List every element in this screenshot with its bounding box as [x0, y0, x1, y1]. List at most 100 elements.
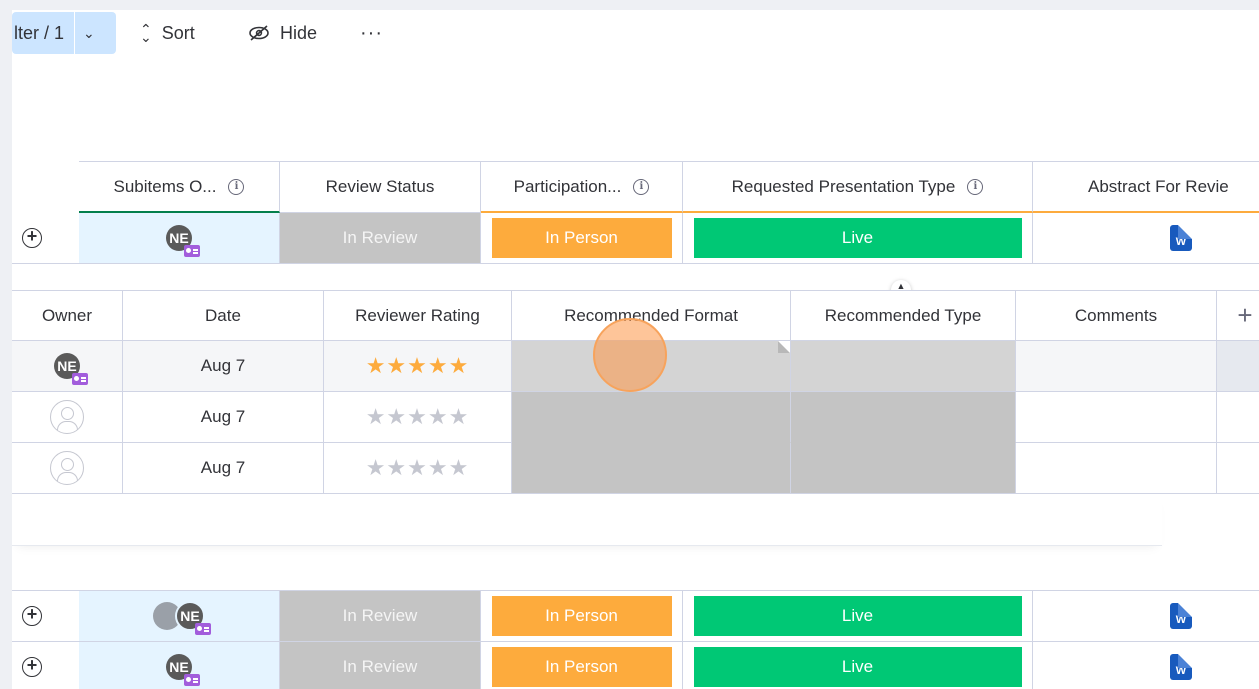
- hide-button[interactable]: Hide: [248, 20, 317, 46]
- subitem-recommended-type-cell[interactable]: [791, 341, 1016, 392]
- add-subitem-icon[interactable]: [22, 226, 42, 248]
- column-header-label: Subitems O...: [113, 176, 217, 196]
- avatar[interactable]: NE: [166, 654, 200, 686]
- status-badge[interactable]: In Person: [491, 596, 672, 636]
- status-badge[interactable]: In Person: [491, 218, 672, 258]
- subitem-rating-cell[interactable]: ★★★★★: [324, 392, 512, 443]
- click-indicator: [593, 318, 667, 392]
- subitem-add-cell: [1217, 392, 1259, 443]
- plus-icon: +: [1237, 300, 1253, 330]
- avatar-group[interactable]: NE: [153, 601, 211, 635]
- subitem-owner-cell[interactable]: [12, 443, 123, 494]
- info-icon[interactable]: i: [967, 178, 984, 195]
- participation-cell[interactable]: In Person: [481, 591, 683, 642]
- status-badge[interactable]: In Person: [491, 647, 672, 687]
- guest-badge-icon: [195, 623, 211, 635]
- subitem-header-reviewer-rating[interactable]: Reviewer Rating: [324, 290, 512, 341]
- column-header-subitems-owner[interactable]: Subitems O... i: [79, 161, 280, 213]
- subitem-rating-cell[interactable]: ★★★★★: [324, 443, 512, 494]
- subitem-date-cell[interactable]: Aug 7: [123, 341, 324, 392]
- presentation-type-cell[interactable]: Live: [683, 642, 1033, 689]
- subitem-date-cell[interactable]: Aug 7: [123, 392, 324, 443]
- column-header-participation[interactable]: Participation... i: [481, 161, 683, 213]
- participation-cell[interactable]: In Person: [481, 642, 683, 689]
- status-badge[interactable]: Live: [693, 596, 1022, 636]
- add-subitem-cell[interactable]: [12, 591, 79, 642]
- subitem-recommended-type-cell[interactable]: [791, 392, 1016, 443]
- add-subitem-icon[interactable]: [22, 604, 42, 626]
- abstract-file-cell[interactable]: W: [1033, 591, 1259, 642]
- word-file-icon[interactable]: W: [1170, 654, 1192, 680]
- avatar[interactable]: NE: [166, 225, 200, 257]
- add-column-button[interactable]: +: [1217, 290, 1259, 341]
- avatar[interactable]: NE: [175, 601, 211, 635]
- column-header-label: Requested Presentation Type: [731, 176, 956, 196]
- filter-dropdown-divider: [74, 12, 76, 54]
- info-icon[interactable]: i: [633, 178, 650, 195]
- subitem-header-comments[interactable]: Comments: [1016, 290, 1217, 341]
- empty-person-icon[interactable]: [50, 451, 84, 485]
- subitem-add-cell: [1217, 341, 1259, 392]
- status-badge[interactable]: Live: [693, 218, 1022, 258]
- word-file-icon[interactable]: W: [1170, 225, 1192, 251]
- subitem-recommended-format-cell[interactable]: [512, 443, 791, 494]
- add-subitem-icon[interactable]: [22, 655, 42, 677]
- star-rating[interactable]: ★★★★★: [366, 455, 470, 481]
- more-actions-button[interactable]: ···: [360, 20, 383, 46]
- presentation-type-cell[interactable]: Live: [683, 213, 1033, 264]
- subitem-recommended-format-cell[interactable]: [512, 392, 791, 443]
- subitem-date-cell[interactable]: Aug 7: [123, 443, 324, 494]
- status-badge[interactable]: In Review: [280, 213, 481, 264]
- participation-cell[interactable]: In Person: [481, 213, 683, 264]
- sort-label: Sort: [161, 22, 195, 43]
- column-header-requested-presentation-type[interactable]: Requested Presentation Type i: [683, 161, 1033, 213]
- word-file-icon[interactable]: W: [1170, 603, 1192, 629]
- eye-off-icon: [249, 25, 269, 41]
- subitems-owner-cell[interactable]: NE: [79, 591, 280, 642]
- column-header-label: Review Status: [325, 177, 435, 196]
- abstract-file-cell[interactable]: W: [1033, 642, 1259, 689]
- presentation-type-cell[interactable]: Live: [683, 591, 1033, 642]
- guest-badge-icon: [184, 245, 200, 257]
- subitem-header-date[interactable]: Date: [123, 290, 324, 341]
- status-badge[interactable]: In Review: [280, 642, 481, 689]
- abstract-file-cell[interactable]: W: [1033, 213, 1259, 264]
- filter-button[interactable]: lter / 1 ⌄: [12, 12, 116, 54]
- subitems-owner-cell[interactable]: NE: [79, 642, 280, 689]
- subitem-header-recommended-type[interactable]: Recommended Type: [791, 290, 1016, 341]
- subitems-owner-cell[interactable]: NE: [79, 213, 280, 264]
- guest-badge-icon: [184, 674, 200, 686]
- subitem-rating-cell[interactable]: ★★★★★: [324, 341, 512, 392]
- hide-label: Hide: [280, 22, 318, 43]
- column-header-label: Abstract For Revie: [1088, 176, 1229, 196]
- filter-label: lter / 1: [14, 22, 65, 43]
- cell-fold-icon: [778, 341, 790, 353]
- column-header-review-status[interactable]: Review Status: [280, 161, 481, 213]
- chevron-down-icon[interactable]: ⌄: [83, 25, 95, 42]
- subitem-recommended-type-cell[interactable]: [791, 443, 1016, 494]
- info-icon[interactable]: i: [228, 178, 245, 195]
- add-subitem-cell[interactable]: [12, 213, 79, 264]
- board-page: lter / 1 ⌄ ⌃ ⌄ Sort Hide ··· Subitems O..…: [12, 10, 1259, 689]
- subitem-comments-cell[interactable]: [1016, 341, 1217, 392]
- subitem-header-owner[interactable]: Owner: [12, 290, 123, 341]
- status-badge[interactable]: In Review: [280, 591, 481, 642]
- column-header-abstract-for-review[interactable]: Abstract For Revie: [1033, 161, 1259, 213]
- subitem-comments-cell[interactable]: [1016, 443, 1217, 494]
- status-badge[interactable]: Live: [693, 647, 1022, 687]
- star-rating[interactable]: ★★★★★: [366, 404, 470, 430]
- sort-icon: ⌃ ⌄: [140, 21, 152, 45]
- add-subitem-row[interactable]: [12, 494, 1162, 546]
- subitem-owner-cell[interactable]: [12, 392, 123, 443]
- more-dots-icon: ···: [360, 21, 383, 44]
- add-subitem-cell[interactable]: [12, 642, 79, 689]
- empty-person-icon[interactable]: [50, 400, 84, 434]
- subitem-add-cell: [1217, 443, 1259, 494]
- sort-button[interactable]: ⌃ ⌄ Sort: [140, 20, 195, 46]
- star-rating[interactable]: ★★★★★: [366, 353, 470, 379]
- column-header-label: Participation...: [513, 176, 622, 196]
- subitem-owner-cell[interactable]: NE: [12, 341, 123, 392]
- guest-badge-icon: [72, 373, 88, 385]
- avatar[interactable]: NE: [54, 353, 88, 385]
- subitem-comments-cell[interactable]: [1016, 392, 1217, 443]
